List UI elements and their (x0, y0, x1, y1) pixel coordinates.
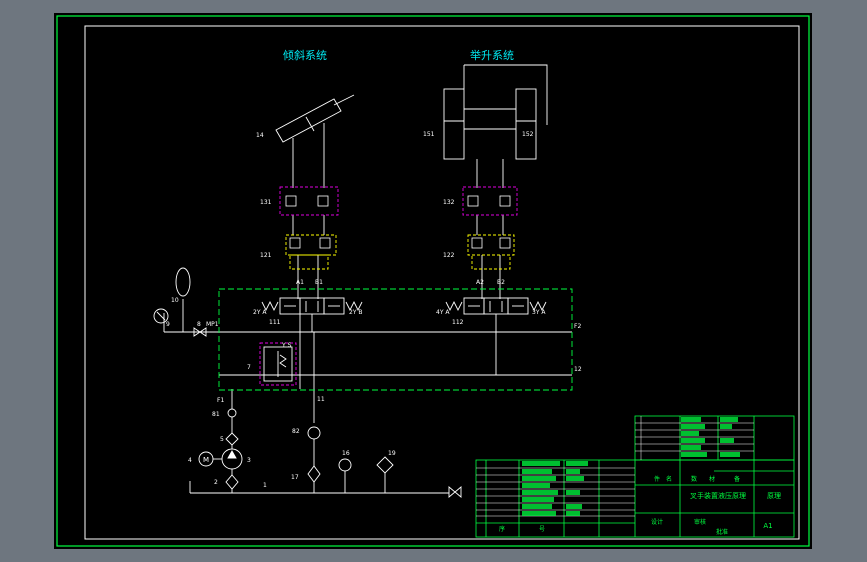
tb-sign-design: 设计 (651, 518, 663, 526)
label-12: 12 (574, 366, 582, 373)
tb-col-b: 号 (539, 526, 545, 533)
lift-system-title: 举升系统 (470, 48, 514, 62)
filter-82 (307, 426, 321, 440)
label-f2: F2 (574, 323, 581, 330)
label-122: 122 (443, 252, 455, 259)
label-131: 131 (260, 199, 272, 206)
level-gauge-19 (376, 456, 394, 474)
drain-valve-icon (448, 486, 456, 498)
label-14: 14 (256, 132, 264, 139)
label-4ya: 4Y A (436, 309, 450, 316)
relief-valve (263, 346, 293, 382)
label-ys: Y S (281, 342, 292, 349)
tb-row-1: 件 (654, 475, 660, 483)
label-81: 81 (212, 411, 220, 418)
valve-111 (261, 297, 363, 315)
label-132: 132 (443, 199, 455, 206)
label-11: 11 (317, 396, 325, 403)
tb-row-5: 备 (734, 475, 740, 483)
tb-row-4: 材 (709, 475, 715, 483)
tb-row-2: 名 (666, 475, 672, 483)
tilt-cylinder (275, 94, 355, 188)
label-9: 9 (166, 321, 170, 328)
label-19: 19 (388, 450, 396, 457)
lift-cylinders (443, 64, 548, 188)
label-4: 4 (188, 457, 192, 464)
label-b2: B2 (497, 279, 505, 286)
valve-112 (445, 297, 547, 315)
tb-sign-approve: 批准 (716, 528, 728, 536)
title-block: 叉手装置液压原理 原理 A1 序 号 件 名 数 材 备 设计 审核 批准 (475, 415, 795, 538)
drawing-name-2: 原理 (767, 492, 781, 500)
label-111: 111 (269, 319, 281, 326)
inner-frame (84, 25, 800, 540)
thermometer-16 (338, 458, 352, 472)
hydraulic-lock-131 (279, 186, 339, 216)
sheet-scale: A1 (763, 522, 772, 530)
drawing-name: 叉手装置液压原理 (690, 491, 746, 500)
label-112: 112 (452, 319, 464, 326)
accumulator (175, 267, 191, 297)
tilt-system-title: 倾斜系统 (283, 49, 327, 62)
label-2yb: 2Y B (349, 309, 363, 316)
label-10: 10 (171, 297, 179, 304)
label-121: 121 (260, 252, 272, 259)
label-3: 3 (247, 457, 251, 464)
label-5: 5 (220, 436, 224, 443)
label-82: 82 (292, 428, 300, 435)
label-a1: A1 (296, 279, 304, 286)
label-7: 7 (247, 364, 251, 371)
label-17: 17 (291, 474, 299, 481)
motor-label: M (203, 456, 209, 464)
label-f1: F1 (217, 397, 224, 404)
hydraulic-schematic: 倾斜系统 举升系统 M 14 151 152 131 132 121 122 A… (56, 15, 810, 547)
label-2ya: 2Y A (253, 309, 267, 316)
label-151: 151 (423, 131, 435, 138)
filter-81 (227, 408, 237, 418)
label-8: 8 (197, 321, 201, 328)
tb-row-3: 数 (691, 475, 697, 483)
tb-sign-review: 审核 (694, 518, 706, 526)
cooler-17 (307, 465, 321, 483)
label-2: 2 (214, 479, 218, 486)
hydraulic-lock-132 (462, 186, 518, 216)
label-3ya: 3Y A (532, 309, 546, 316)
label-16: 16 (342, 450, 350, 457)
label-mp1: MP1 (206, 321, 219, 328)
tb-col-a: 序 (499, 525, 505, 533)
label-152: 152 (522, 131, 534, 138)
outer-frame (56, 15, 810, 547)
label-a2: A2 (476, 279, 484, 286)
drawing-sheet: 倾斜系统 举升系统 M 14 151 152 131 132 121 122 A… (54, 13, 812, 549)
label-b1: B1 (315, 279, 323, 286)
label-1: 1 (263, 482, 267, 489)
